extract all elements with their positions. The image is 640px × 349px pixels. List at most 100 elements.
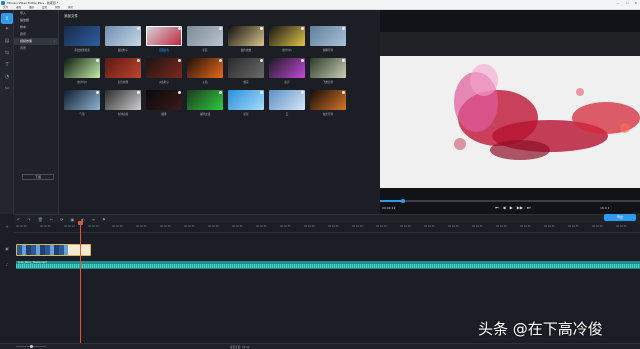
- effect-label: 添加效果搜索: [74, 49, 90, 52]
- download-icon[interactable]: [219, 59, 222, 62]
- effect-tile[interactable]: 胶片倒数: [228, 26, 264, 52]
- menu-playback[interactable]: 播放: [29, 5, 34, 9]
- ruler-tick-label: 00:01:30: [448, 225, 459, 228]
- category-label: 视频效果: [20, 39, 33, 43]
- play-button[interactable]: ▶: [510, 205, 513, 210]
- menu-help[interactable]: 帮助: [55, 5, 60, 9]
- download-icon[interactable]: [137, 91, 140, 94]
- effect-tile[interactable]: 倒计时5: [269, 26, 305, 52]
- download-icon[interactable]: [96, 91, 99, 94]
- category-item[interactable]: 视频效果 ›: [14, 38, 58, 45]
- ruler-tick-label: 00:01:20: [400, 225, 411, 228]
- effect-tile[interactable]: 时钟齿轮: [105, 90, 141, 116]
- effect-tile[interactable]: 烛光背景: [310, 90, 346, 116]
- download-icon[interactable]: [342, 59, 345, 62]
- preview-scrubber[interactable]: [380, 199, 640, 203]
- effect-thumbnail: [105, 58, 141, 78]
- step-forward-button[interactable]: ▶▶: [517, 205, 523, 210]
- category-list: 导入 播放器 样本 音乐 视频效果 › 背景 下载: [14, 10, 59, 214]
- effect-tile[interactable]: 飞舞钞票: [310, 58, 346, 84]
- effect-tile[interactable]: 星辰: [187, 26, 223, 52]
- ruler-tick-label: 00:01:35: [472, 225, 483, 228]
- effect-tile[interactable]: 气泡: [64, 90, 100, 116]
- download-icon[interactable]: [96, 59, 99, 62]
- ruler-tick-label: 00:00:55: [280, 225, 291, 228]
- category-item[interactable]: 播放器: [14, 17, 58, 24]
- download-icon[interactable]: [178, 91, 181, 94]
- properties-icon[interactable]: ≡: [92, 217, 95, 222]
- download-icon[interactable]: [178, 59, 181, 62]
- effect-label: 魔法粒子: [117, 49, 129, 52]
- effect-tile[interactable]: 烟雾背景: [310, 26, 346, 52]
- download-icon[interactable]: [260, 91, 263, 94]
- undo-icon[interactable]: ↶: [17, 217, 20, 222]
- titles-icon[interactable]: T: [3, 61, 11, 69]
- effect-tile[interactable]: 烟花: [228, 58, 264, 84]
- preview-panel: 00:00:12 ⏮ ◀ ▶ ▶▶ ⏭ 16:9 ▾: [380, 10, 640, 214]
- menu-file[interactable]: 文件: [3, 5, 8, 9]
- category-item[interactable]: 音乐: [14, 31, 58, 38]
- download-icon[interactable]: [342, 27, 345, 30]
- more-tools-icon[interactable]: ✂: [3, 85, 11, 93]
- maximize-button[interactable]: ☐: [626, 1, 629, 5]
- menu-edit[interactable]: 编辑: [16, 5, 21, 9]
- skip-end-button[interactable]: ⏭: [527, 205, 531, 210]
- aspect-ratio-select[interactable]: 16:9 ▾: [600, 206, 609, 210]
- download-icon[interactable]: [260, 59, 263, 62]
- step-back-button[interactable]: ◀: [503, 205, 506, 210]
- effect-tile[interactable]: 火焰: [187, 58, 223, 84]
- filter-icon[interactable]: ▤: [3, 37, 11, 45]
- timeline-zoom-handle[interactable]: [30, 345, 33, 348]
- minimize-button[interactable]: —: [617, 1, 620, 5]
- effect-tile[interactable]: 彩光: [269, 58, 305, 84]
- download-icon[interactable]: [219, 27, 222, 30]
- transition-icon[interactable]: ⇆: [3, 49, 11, 57]
- import-icon[interactable]: ⇧: [1, 13, 13, 24]
- effect-tile[interactable]: 花瓣颜色: [146, 26, 182, 52]
- scissors-icon[interactable]: ✂: [50, 217, 53, 222]
- effect-tile[interactable]: 红色纹理: [105, 58, 141, 84]
- timeline-ruler[interactable]: 00:00:00 00:00:05 00:00:10 00:00:15 00:00:20…: [14, 223, 640, 233]
- preview-viewer[interactable]: [380, 32, 640, 188]
- effect-tile[interactable]: 星星: [228, 90, 264, 116]
- export-button[interactable]: 导出: [604, 214, 636, 221]
- effect-tile[interactable]: 倒计时9: [64, 58, 100, 84]
- effect-tile[interactable]: 魔法粒子: [105, 26, 141, 52]
- timeline-toolbar: ↶ ↷ 🗑 ✂ ⟳ ▣ ◐ ≡ ⚑: [14, 214, 640, 223]
- marker-icon[interactable]: ⚑: [102, 217, 106, 222]
- category-item[interactable]: 背景: [14, 45, 58, 52]
- menu-buy[interactable]: 购买: [68, 5, 73, 9]
- crop-icon[interactable]: ▣: [71, 217, 75, 222]
- playhead-handle[interactable]: [78, 221, 83, 225]
- stickers-icon[interactable]: ◔: [3, 73, 11, 81]
- download-icon[interactable]: [219, 91, 222, 94]
- download-icon[interactable]: [301, 27, 304, 30]
- audio-clip[interactable]: Love_Story_Theme.mp3: [16, 261, 640, 269]
- download-button[interactable]: 下载: [22, 174, 54, 180]
- effect-label: 烟花: [243, 81, 249, 84]
- magic-wand-icon[interactable]: ✦: [3, 25, 11, 33]
- scrubber-handle[interactable]: [401, 199, 406, 203]
- timeline-playhead[interactable]: [78, 221, 83, 343]
- download-icon[interactable]: [137, 59, 140, 62]
- redo-icon[interactable]: ↷: [27, 217, 30, 222]
- effect-tile[interactable]: 火焰粒子: [146, 58, 182, 84]
- effect-tile[interactable]: 绿屏过渡: [187, 90, 223, 116]
- download-icon[interactable]: [137, 27, 140, 30]
- effect-tile[interactable]: 添加效果搜索: [64, 26, 100, 52]
- download-icon[interactable]: [301, 91, 304, 94]
- track-header-add[interactable]: +: [0, 224, 14, 229]
- audio-track-icon: ♪: [5, 262, 9, 267]
- category-item[interactable]: 导入: [14, 10, 58, 17]
- effect-tile[interactable]: 烟雾: [146, 90, 182, 116]
- download-icon[interactable]: [342, 91, 345, 94]
- trash-icon[interactable]: 🗑: [38, 217, 43, 222]
- download-icon[interactable]: [260, 27, 263, 30]
- skip-start-button[interactable]: ⏮: [495, 205, 499, 210]
- effect-tile[interactable]: 云: [269, 90, 305, 116]
- download-icon[interactable]: [301, 59, 304, 62]
- close-button[interactable]: ✕: [634, 1, 637, 5]
- menu-settings[interactable]: 设置: [42, 5, 47, 9]
- rotate-icon[interactable]: ⟳: [60, 217, 63, 222]
- category-item[interactable]: 样本: [14, 24, 58, 31]
